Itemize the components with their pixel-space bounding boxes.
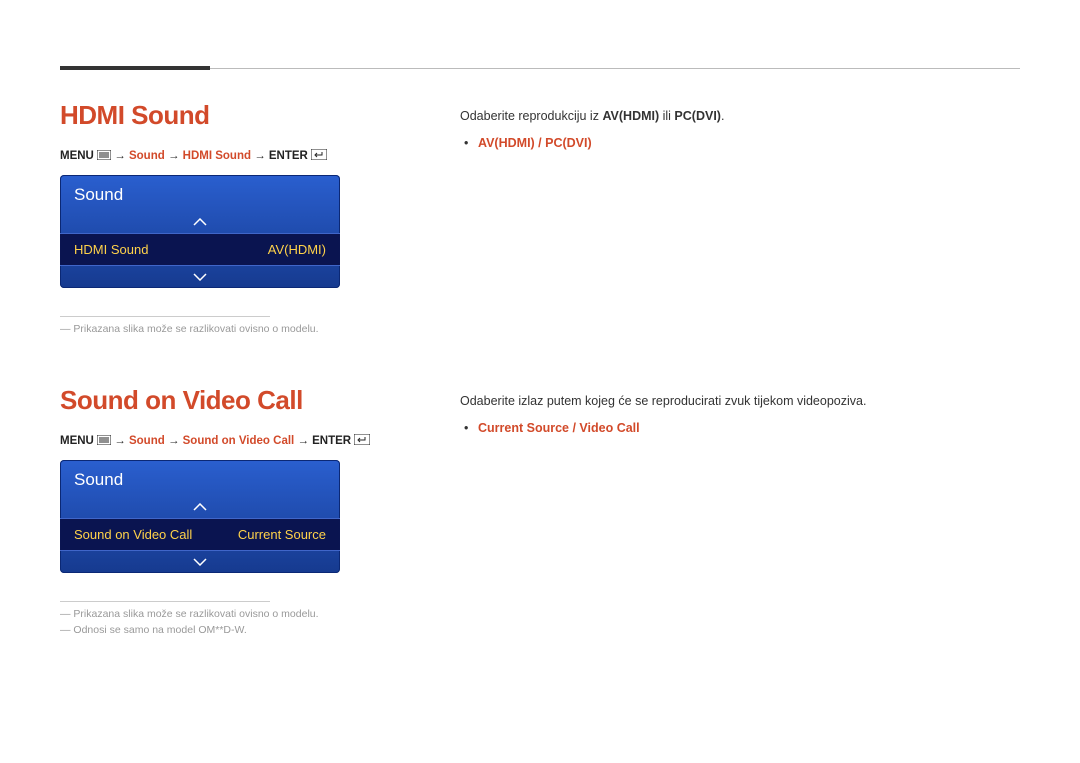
chevron-down-icon [193, 558, 207, 566]
breadcrumb-p1: Sound [129, 435, 165, 447]
chevron-down-icon [193, 273, 207, 281]
osd-menu-title: Sound [60, 460, 340, 496]
breadcrumb: MENU → Sound → Sound on Video Call → ENT… [60, 434, 400, 448]
menu-icon [97, 435, 111, 448]
enter-label: ENTER [312, 435, 351, 447]
osd-item-value: Current Source [238, 527, 326, 542]
menu-label: MENU [60, 150, 94, 162]
section-hdmi-sound: HDMI Sound MENU → Sound → HDMI Sound → E… [60, 100, 1020, 335]
osd-item-value: AV(HDMI) [268, 242, 326, 257]
option-item: AV(HDMI) / PC(DVI) [478, 133, 1020, 154]
breadcrumb: MENU → Sound → HDMI Sound → ENTER [60, 149, 400, 163]
desc-text: . [721, 109, 724, 123]
menu-label: MENU [60, 435, 94, 447]
osd-arrow-up[interactable] [60, 496, 340, 518]
footnote: Odnosi se samo na model OM**D-W. [60, 624, 400, 636]
option-list: Current Source / Video Call [460, 418, 1020, 439]
right-column: Odaberite reprodukciju iz AV(HDMI) ili P… [460, 100, 1020, 335]
enter-label: ENTER [269, 150, 308, 162]
enter-icon [354, 434, 370, 448]
osd-menu-item[interactable]: Sound on Video Call Current Source [60, 518, 340, 551]
chevron-up-icon [193, 218, 207, 226]
left-column: Sound on Video Call MENU → Sound → Sound… [60, 385, 400, 636]
breadcrumb-p1: Sound [129, 150, 165, 162]
osd-menu-title: Sound [60, 175, 340, 211]
description-line: Odaberite izlaz putem kojeg će se reprod… [460, 391, 1020, 412]
desc-bold: AV(HDMI) [602, 109, 659, 123]
menu-icon [97, 150, 111, 163]
osd-arrow-down[interactable] [60, 266, 340, 288]
option-item: Current Source / Video Call [478, 418, 1020, 439]
header-rule-accent [60, 66, 210, 70]
chevron-up-icon [193, 503, 207, 511]
section-title: HDMI Sound [60, 100, 400, 131]
option-text: AV(HDMI) / PC(DVI) [478, 136, 592, 150]
osd-arrow-up[interactable] [60, 211, 340, 233]
enter-icon [311, 149, 327, 163]
breadcrumb-p2: HDMI Sound [183, 150, 251, 162]
osd-menu-item[interactable]: HDMI Sound AV(HDMI) [60, 233, 340, 266]
left-column: HDMI Sound MENU → Sound → HDMI Sound → E… [60, 100, 400, 335]
desc-bold: PC(DVI) [674, 109, 721, 123]
osd-item-label: HDMI Sound [74, 242, 148, 257]
footnote-rule [60, 316, 270, 317]
osd-menu: Sound HDMI Sound AV(HDMI) [60, 175, 340, 288]
osd-menu: Sound Sound on Video Call Current Source [60, 460, 340, 573]
section-title: Sound on Video Call [60, 385, 400, 416]
option-text: Current Source / Video Call [478, 421, 640, 435]
option-list: AV(HDMI) / PC(DVI) [460, 133, 1020, 154]
osd-arrow-down[interactable] [60, 551, 340, 573]
footnote: Prikazana slika može se razlikovati ovis… [60, 608, 400, 620]
section-sound-on-video-call: Sound on Video Call MENU → Sound → Sound… [60, 385, 1020, 636]
osd-item-label: Sound on Video Call [74, 527, 192, 542]
right-column: Odaberite izlaz putem kojeg će se reprod… [460, 385, 1020, 636]
desc-text: ili [659, 109, 674, 123]
footnote: Prikazana slika može se razlikovati ovis… [60, 323, 400, 335]
breadcrumb-p2: Sound on Video Call [183, 435, 295, 447]
footnote-rule [60, 601, 270, 602]
desc-text: Odaberite reprodukciju iz [460, 109, 602, 123]
description-line: Odaberite reprodukciju iz AV(HDMI) ili P… [460, 106, 1020, 127]
